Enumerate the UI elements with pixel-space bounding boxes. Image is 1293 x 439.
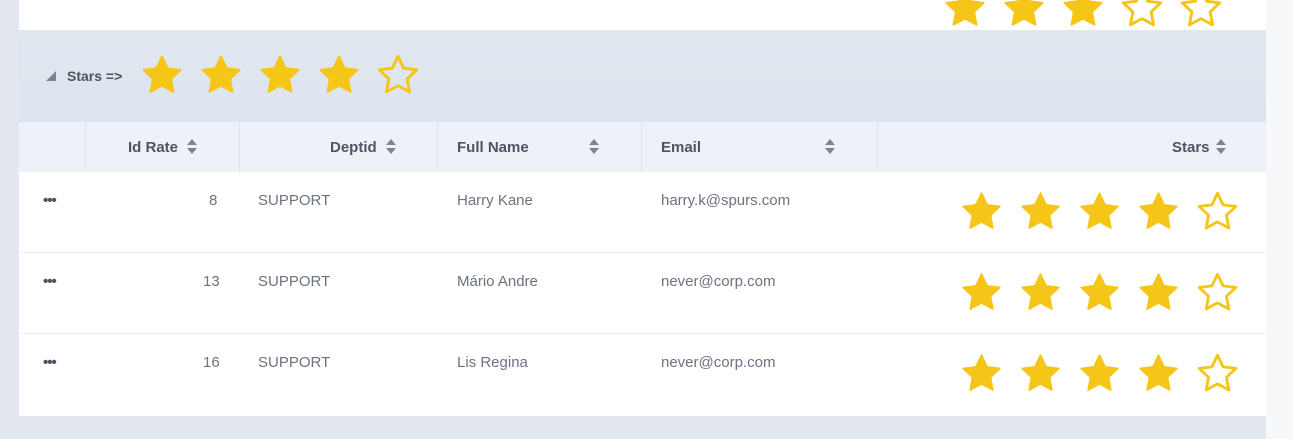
cell-deptid: SUPPORT (258, 354, 331, 371)
table-row[interactable]: ••• 13 SUPPORT Mário Andre never@corp.co… (19, 253, 1266, 334)
header-full-name[interactable]: Full Name (438, 122, 642, 172)
cell-email: harry.k@spurs.com (661, 192, 791, 209)
table-row[interactable]: ••• 8 SUPPORT Harry Kane harry.k@spurs.c… (19, 172, 1266, 253)
header-email-label: Email (661, 139, 702, 156)
header-stars[interactable]: Stars (878, 122, 1266, 172)
row-stars[interactable] (960, 271, 1255, 314)
header-id-rate-label: Id Rate (128, 139, 179, 156)
header-id-rate[interactable]: Id Rate (86, 122, 240, 172)
star-empty-icon[interactable] (376, 53, 420, 97)
cell-id-rate: 8 (209, 192, 218, 209)
star-empty-icon[interactable] (1179, 0, 1223, 30)
star-filled-icon[interactable] (1078, 271, 1121, 314)
sort-arrows-icon[interactable] (386, 139, 396, 155)
star-filled-icon[interactable] (317, 53, 361, 97)
sort-arrows-icon[interactable] (589, 139, 599, 155)
row-stars[interactable] (960, 352, 1255, 395)
collapse-triangle-icon[interactable] (46, 71, 56, 81)
grid-header: Id Rate Deptid Full Name Email Stars (19, 122, 1266, 172)
header-full-name-label: Full Name (457, 139, 529, 156)
header-actions (19, 122, 86, 172)
cell-full-name: Harry Kane (457, 192, 533, 209)
star-filled-icon[interactable] (1019, 190, 1062, 233)
page-gutter (1266, 0, 1293, 439)
more-dots-icon[interactable]: ••• (43, 273, 57, 290)
star-empty-icon[interactable] (1196, 190, 1239, 233)
row-stars[interactable] (960, 190, 1255, 233)
cell-full-name: Lis Regina (457, 354, 528, 371)
star-filled-icon[interactable] (1019, 352, 1062, 395)
star-filled-icon[interactable] (960, 352, 1003, 395)
data-grid: Id Rate Deptid Full Name Email Stars •••… (19, 122, 1266, 416)
star-filled-icon[interactable] (199, 53, 243, 97)
star-filled-icon[interactable] (1061, 0, 1105, 30)
star-filled-icon[interactable] (1078, 190, 1121, 233)
star-empty-icon[interactable] (1120, 0, 1164, 30)
star-filled-icon[interactable] (1002, 0, 1046, 30)
table-row[interactable]: ••• 16 SUPPORT Lis Regina never@corp.com (19, 334, 1266, 415)
group-header[interactable]: Stars => (19, 30, 1266, 122)
star-filled-icon[interactable] (1019, 271, 1062, 314)
cell-id-rate: 16 (203, 354, 220, 371)
more-dots-icon[interactable]: ••• (43, 192, 57, 209)
group-stars (140, 53, 435, 97)
sort-arrows-icon[interactable] (1216, 139, 1226, 155)
cell-email: never@corp.com (661, 354, 776, 371)
more-dots-icon[interactable]: ••• (43, 354, 57, 371)
star-filled-icon[interactable] (1137, 352, 1180, 395)
star-filled-icon[interactable] (1078, 352, 1121, 395)
star-empty-icon[interactable] (1196, 352, 1239, 395)
cell-deptid: SUPPORT (258, 273, 331, 290)
star-filled-icon[interactable] (1137, 190, 1180, 233)
group-label: Stars => (67, 68, 123, 84)
star-filled-icon[interactable] (140, 53, 184, 97)
star-empty-icon[interactable] (1196, 271, 1239, 314)
star-filled-icon[interactable] (960, 271, 1003, 314)
star-filled-icon[interactable] (960, 190, 1003, 233)
sort-arrows-icon[interactable] (187, 139, 197, 155)
previous-group-row (19, 0, 1266, 30)
previous-group-stars (943, 0, 1238, 30)
cell-full-name: Mário Andre (457, 273, 538, 290)
cell-email: never@corp.com (661, 273, 776, 290)
star-filled-icon[interactable] (1137, 271, 1180, 314)
cell-id-rate: 13 (203, 273, 220, 290)
sort-arrows-icon[interactable] (825, 139, 835, 155)
header-deptid[interactable]: Deptid (240, 122, 438, 172)
star-filled-icon[interactable] (943, 0, 987, 30)
header-deptid-label: Deptid (330, 139, 377, 156)
header-email[interactable]: Email (642, 122, 878, 172)
header-stars-label: Stars (1172, 139, 1210, 156)
star-filled-icon[interactable] (258, 53, 302, 97)
cell-deptid: SUPPORT (258, 192, 331, 209)
